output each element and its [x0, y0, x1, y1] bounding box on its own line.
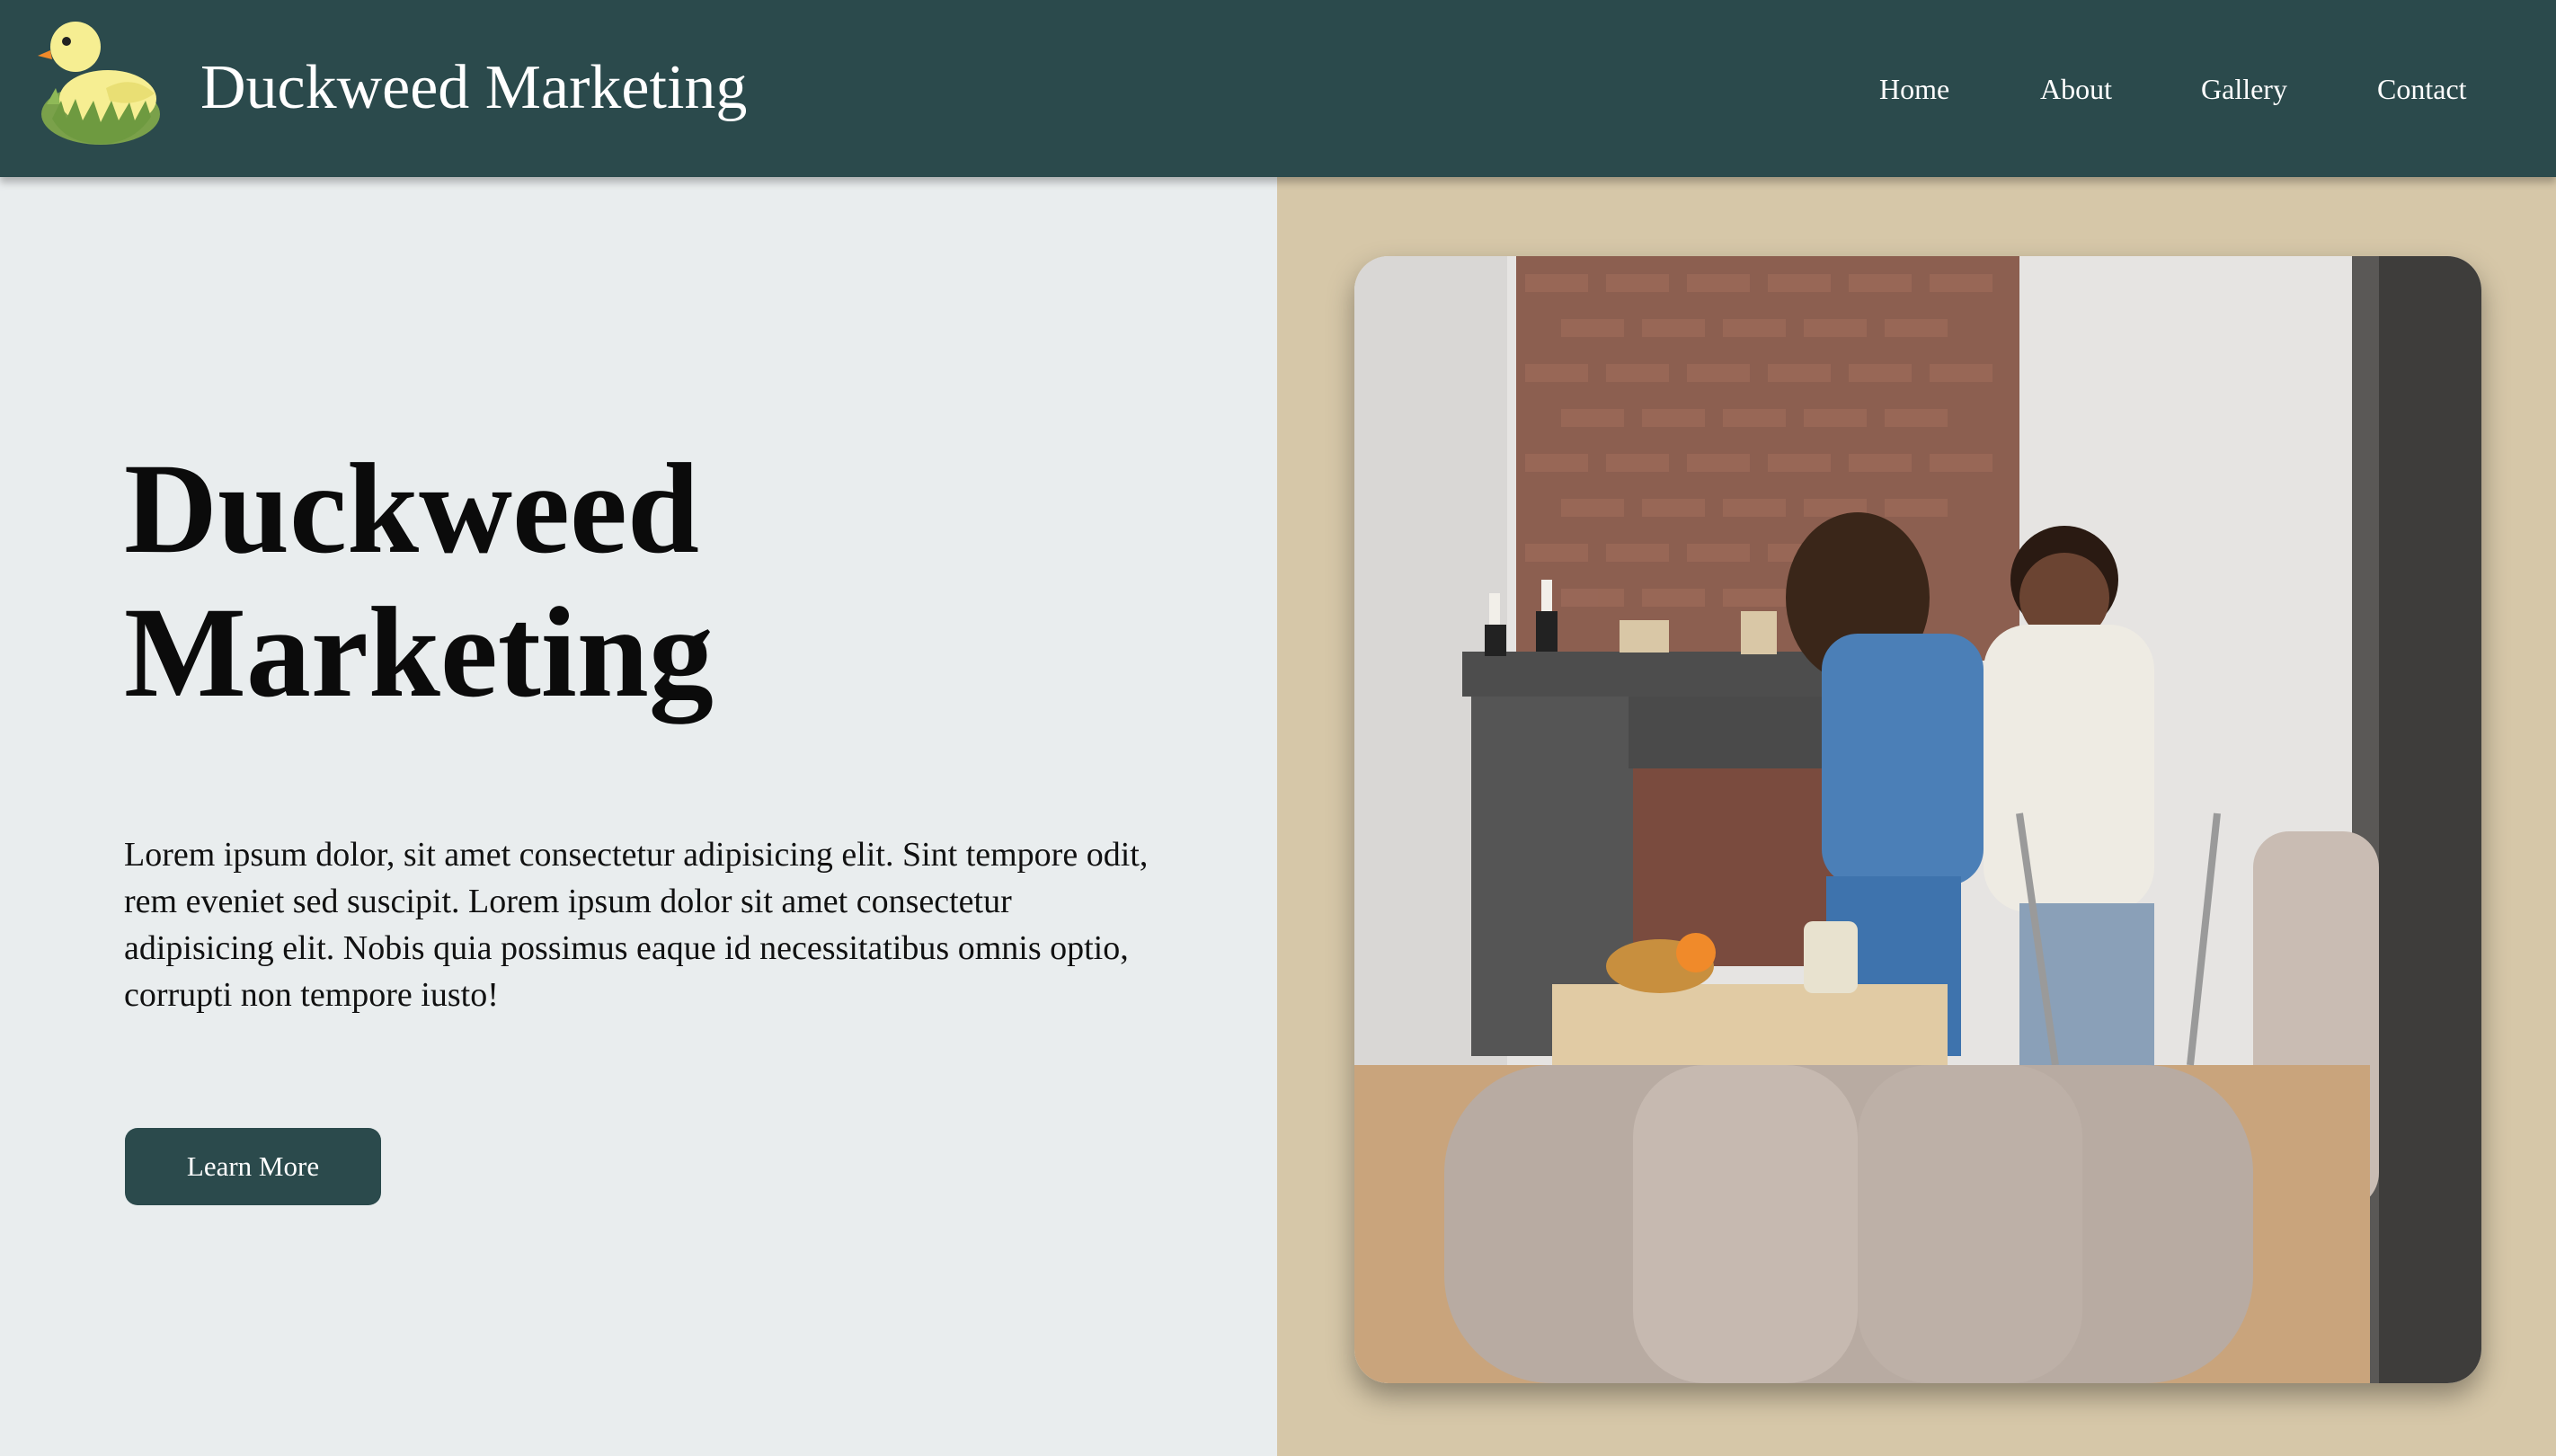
hero-title-line1: Duckweed	[124, 438, 699, 581]
hero-paragraph: Lorem ipsum dolor, sit amet consectetur …	[124, 836, 1149, 1014]
hero-text-panel: Duckweed Marketing Lorem ipsum dolor, si…	[0, 177, 1277, 1456]
hero-title-line2: Marketing	[124, 582, 714, 724]
hero-image-panel	[1277, 177, 2556, 1456]
learn-more-button[interactable]: Learn More	[125, 1128, 381, 1205]
hero-title: Duckweed Marketing	[124, 438, 1203, 725]
caregiver-scene-image	[1354, 256, 2481, 1383]
main-nav: Home About Gallery Contact	[0, 67, 2556, 111]
nav-about[interactable]: About	[2040, 67, 2112, 111]
nav-contact[interactable]: Contact	[2377, 67, 2467, 111]
site-header: Duckweed Marketing Home About Gallery Co…	[0, 0, 2556, 177]
nav-gallery[interactable]: Gallery	[2201, 67, 2287, 111]
nav-home[interactable]: Home	[1879, 67, 1949, 111]
hero-photo	[1354, 256, 2481, 1383]
